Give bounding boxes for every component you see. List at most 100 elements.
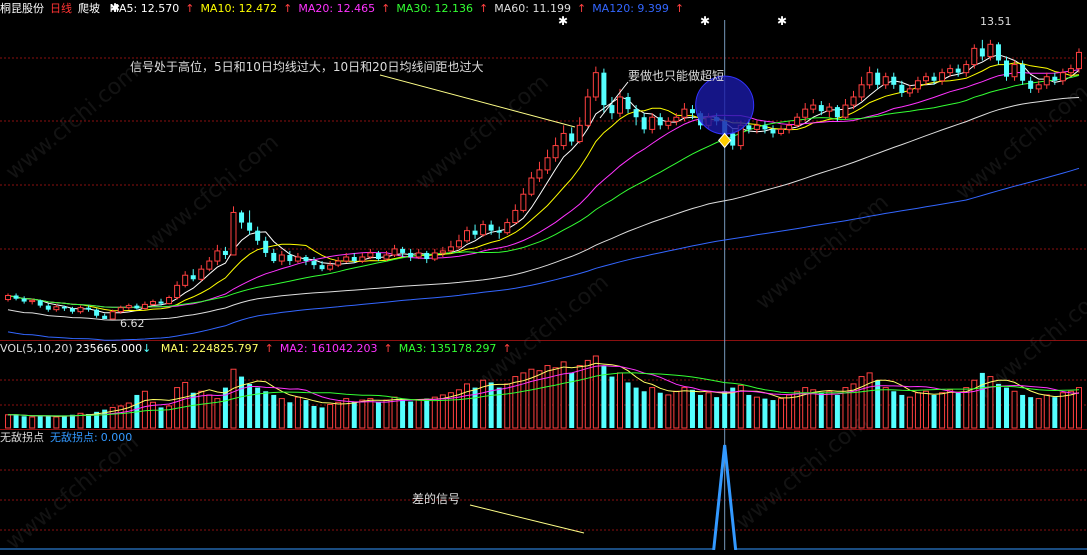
ma-legend-item-arrow-3: ↑ [479,2,489,15]
candle-body [271,252,277,262]
volume-bar [665,394,672,429]
annotation-leader [469,504,585,534]
ma5-line [7,54,1080,314]
candle-body [512,209,519,224]
candle-body [351,257,357,262]
indicator-label[interactable]: 爬坡 [78,2,100,15]
volume-bar [5,414,12,429]
candle-body [480,224,487,236]
volume-bar [722,391,728,428]
candle-body [649,116,656,130]
ma30-line [7,74,1080,308]
indicator-name[interactable]: 无敌拐点 [0,431,44,444]
volume-bar [61,415,67,428]
signal-circle [695,75,755,135]
volume-bar [311,405,317,428]
candle-body [158,301,164,304]
candle-body [21,298,27,302]
candle-body [45,305,51,310]
star-marker: ✱ [777,14,787,28]
candle-body [327,264,334,270]
ma-legend-item-arrow-5: ↑ [674,2,685,15]
candle-body [496,230,502,233]
volume-bar [222,387,228,428]
candle-body [681,108,688,118]
candle-body [174,284,181,299]
volume-bar [271,394,277,428]
volume-bar [263,391,269,428]
vol-ma-legend-item-arrow-2: ↑ [502,342,512,355]
candle-body [166,297,173,305]
vol-ma-legend-item-2: MA3: 135178.297 [398,342,497,355]
candle-body [673,116,680,122]
volume-bar [1020,394,1026,428]
vol-header: VOL(5,10,20) 235665.000↓ MA1: 224825.797 ↑… [0,340,524,358]
volume-bar [762,398,768,428]
volume-bar [955,392,961,428]
volume-bar [875,380,881,428]
candle-body [109,311,116,320]
candle-body [1052,76,1058,81]
candle-body [866,72,873,86]
volume-bar [504,383,511,429]
period-label[interactable]: 日线 [50,2,72,15]
volume-bar [625,382,631,428]
stock-chart[interactable]: ✱✱ ✱ ✱ [0,0,1087,550]
candle-body [343,256,350,262]
volume-bar [891,391,897,428]
candle-body [753,124,760,130]
volume-bar [424,398,430,428]
candle-body [641,117,647,130]
volume-bar [544,365,551,429]
volume-bar [303,400,309,428]
candle-body [592,72,599,98]
candle-body [1028,80,1034,89]
volume-bar [641,391,647,428]
candle-body [906,88,913,94]
candle-body [141,303,148,309]
candle-body [810,104,817,110]
candle-body [319,265,325,270]
candle-body [665,120,672,126]
volume-bar [488,382,494,428]
candle-body [287,254,293,262]
candle-body [914,80,921,90]
volume-bar [826,390,833,429]
volume-bar [278,398,285,429]
stock-name[interactable]: 桐昆股份 [0,2,44,15]
volume-bar [939,392,946,429]
volume-bar [1052,397,1058,428]
indicator-header: 无敌拐点 无敌拐点: 0.000 [0,429,138,447]
candle-body [995,44,1001,61]
volume-bar [818,392,824,428]
volume-bar [415,399,422,429]
candle-body [61,306,67,309]
candle-body [625,96,631,110]
candle-body [424,252,430,260]
candle-body [979,48,985,57]
candle-body [263,240,269,253]
candle-body [601,72,607,106]
candle-body [931,76,937,81]
candle-body [278,254,285,262]
candle-body [842,104,849,118]
volume-bar [753,396,760,429]
volume-bar [287,402,293,428]
candle-body [222,250,228,255]
candle-body [609,105,615,114]
volume-bar [1059,392,1066,429]
volume-bar [512,376,519,429]
candle-body [94,309,100,316]
candle-body [255,230,261,241]
candle-body [375,252,381,260]
candle-body [1011,64,1018,78]
volume-bar [239,376,245,428]
volume-bar [408,401,414,428]
volume-bar [319,407,325,428]
volume-bar [367,398,374,429]
volume-bar [931,394,937,428]
candle-body [939,72,946,82]
ma-legend: MA5: 12.570 ↑ MA10: 12.472 ↑ MA20: 12.465 ↑ MA… [110,2,691,15]
volume-bar [1035,398,1042,429]
candle-body [206,260,213,270]
